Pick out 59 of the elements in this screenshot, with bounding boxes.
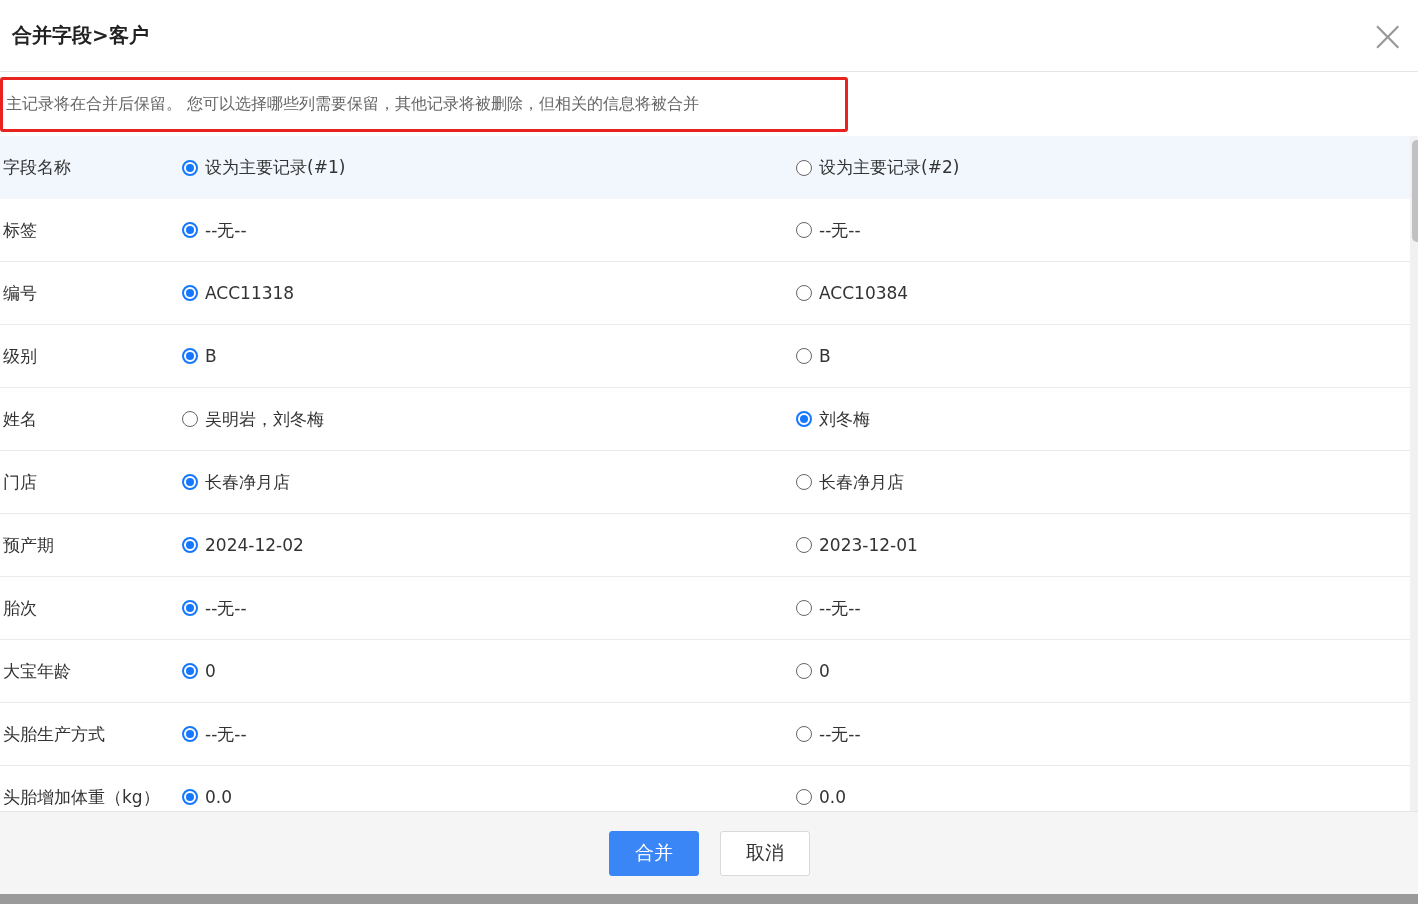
radio-button[interactable] (796, 411, 812, 427)
radio-button[interactable] (182, 474, 198, 490)
radio-option[interactable]: 长春净月店 (182, 470, 796, 494)
radio-button[interactable] (796, 222, 812, 238)
radio-option[interactable]: 2024-12-02 (182, 535, 796, 555)
field-label: 级别 (2, 344, 38, 368)
radio-button[interactable] (796, 285, 812, 301)
radio-option[interactable]: 吴明岩，刘冬梅 (182, 407, 796, 431)
radio-option[interactable]: --无-- (182, 596, 796, 620)
radio-button[interactable] (796, 537, 812, 553)
field-label: 字段名称 (2, 156, 72, 179)
radio-button[interactable] (182, 537, 198, 553)
radio-button[interactable] (182, 600, 198, 616)
radio-option[interactable]: 长春净月店 (796, 470, 1410, 494)
radio-option[interactable]: 2023-12-01 (796, 535, 1410, 555)
radio-option[interactable]: --无-- (796, 218, 1410, 242)
radio-button[interactable] (796, 348, 812, 364)
radio-button[interactable] (796, 726, 812, 742)
radio-option[interactable]: ACC11318 (182, 283, 796, 303)
radio-option[interactable]: 刘冬梅 (796, 407, 1410, 431)
field-label: 胎次 (2, 596, 38, 620)
radio-button[interactable] (796, 600, 812, 616)
radio-option[interactable]: 0.0 (182, 787, 796, 807)
radio-button[interactable] (796, 159, 812, 176)
radio-button[interactable] (182, 222, 198, 238)
radio-button[interactable] (182, 348, 198, 364)
radio-button[interactable] (796, 474, 812, 490)
radio-option[interactable]: --无-- (796, 722, 1410, 746)
field-label: 大宝年龄 (2, 659, 72, 683)
radio-option[interactable]: 设为主要记录(#1) (182, 156, 796, 179)
merge-button[interactable]: 合并 (608, 830, 699, 876)
radio-option[interactable]: B (182, 346, 796, 366)
radio-button[interactable] (182, 663, 198, 679)
radio-button[interactable] (182, 411, 198, 427)
radio-button[interactable] (182, 789, 198, 805)
radio-button[interactable] (796, 789, 812, 805)
field-label: 头胎增加体重（kg） (2, 785, 161, 809)
radio-option[interactable]: 设为主要记录(#2) (796, 156, 1410, 179)
radio-button[interactable] (182, 159, 198, 176)
dialog-title: 合并字段>客户 (12, 22, 149, 49)
radio-option[interactable]: 0.0 (796, 787, 1410, 807)
notice-text: 主记录将在合并后保留。 您可以选择哪些列需要保留，其他记录将被删除，但相关的信息将被合并 (0, 76, 848, 132)
radio-button[interactable] (182, 726, 198, 742)
radio-option[interactable]: --无-- (796, 596, 1410, 620)
field-label: 标签 (2, 218, 38, 242)
radio-option[interactable]: 0 (796, 661, 1410, 681)
radio-option[interactable]: B (796, 346, 1410, 366)
radio-option[interactable]: ACC10384 (796, 283, 1410, 303)
field-label: 预产期 (2, 533, 55, 557)
field-label: 编号 (2, 281, 38, 305)
cancel-button[interactable]: 取消 (719, 830, 810, 876)
radio-option[interactable]: --无-- (182, 218, 796, 242)
radio-option[interactable]: 0 (182, 661, 796, 681)
radio-button[interactable] (796, 663, 812, 679)
field-label: 姓名 (2, 407, 38, 431)
field-label: 头胎生产方式 (2, 722, 106, 746)
field-label: 门店 (2, 470, 38, 494)
radio-button[interactable] (182, 285, 198, 301)
radio-option[interactable]: --无-- (182, 722, 796, 746)
